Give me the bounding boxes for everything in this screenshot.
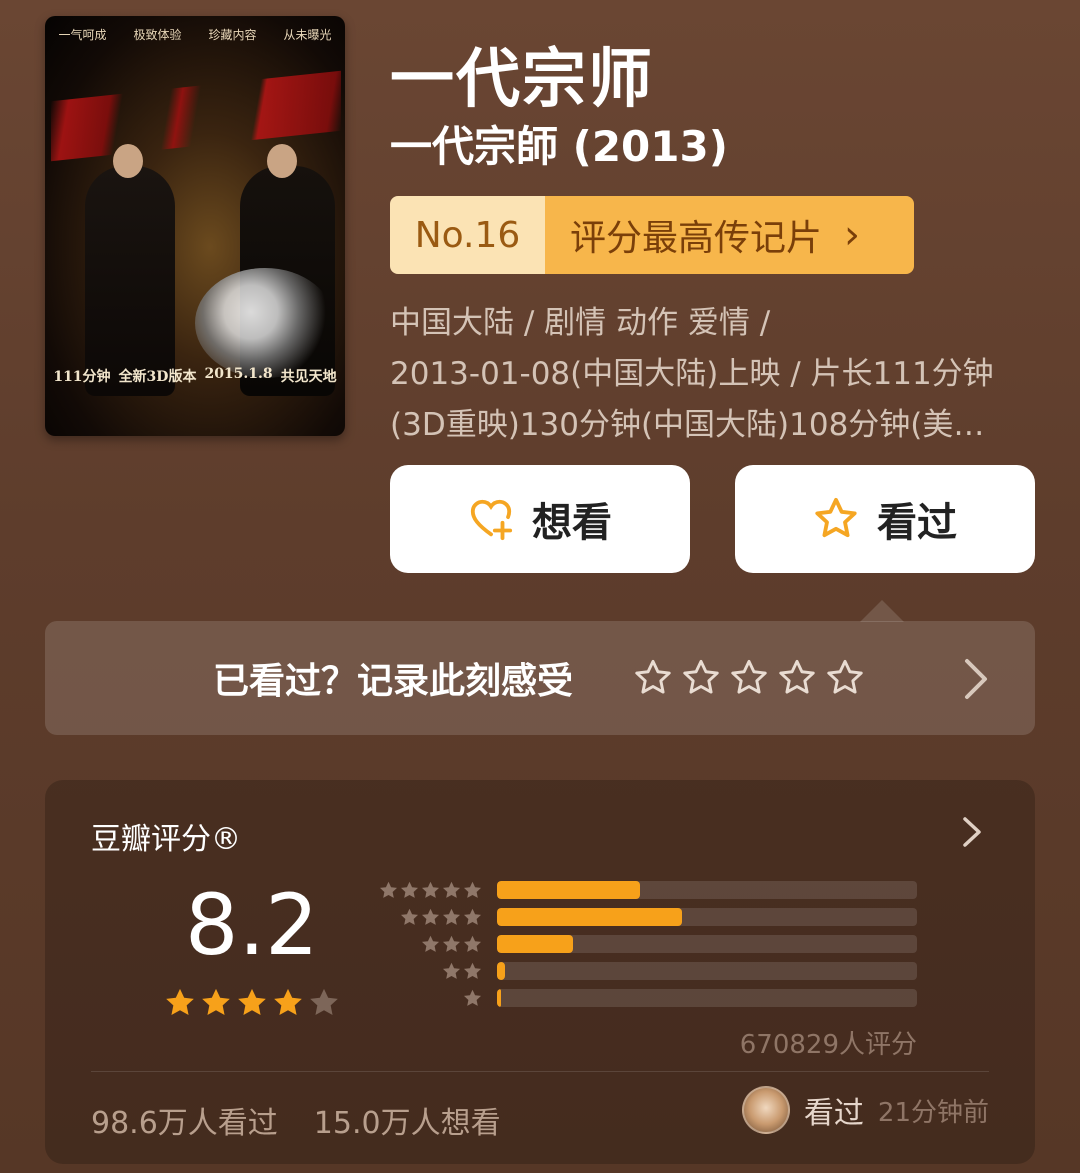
rank-label: 评分最高传记片 [570, 218, 823, 259]
distribution-row [375, 934, 917, 954]
distribution-track [497, 935, 917, 953]
star-outline-icon[interactable] [681, 658, 721, 698]
distribution-stars [375, 907, 483, 928]
star-small-icon [463, 989, 482, 1006]
info-line: 2013-01-08(中国大陆)上映 / 片长111分钟 [390, 356, 994, 392]
poster-face-right [267, 144, 297, 178]
distribution-bar [497, 881, 640, 899]
star-filled-icon [274, 988, 302, 1015]
rank-badge[interactable]: No.16 评分最高传记片 › [390, 196, 914, 274]
audience-stats: 98.6万人看过 15.0万人想看 [91, 1098, 501, 1142]
chevron-right-icon [965, 659, 987, 699]
want-label: 想看 [532, 500, 612, 546]
distribution-track [497, 881, 917, 899]
star-small-icon [442, 908, 461, 925]
chevron-right-icon[interactable] [959, 816, 985, 848]
distribution-track [497, 962, 917, 980]
poster-tag: 极致体验 [133, 27, 182, 42]
rank-label-area: 评分最高传记片 › [545, 196, 914, 274]
distribution-bar [497, 908, 682, 926]
distribution-row [375, 988, 917, 1008]
distribution-stars [375, 961, 483, 982]
poster-caption: 共见天地 [280, 369, 337, 385]
star-small-icon [463, 881, 482, 898]
distribution-bar [497, 989, 502, 1007]
distribution-row [375, 907, 917, 927]
movie-original-title: 一代宗師 (2013) [390, 122, 728, 171]
poster-tag: 一气呵成 [58, 27, 107, 42]
wanted-count: 15.0万人想看 [313, 1106, 501, 1141]
avatar[interactable] [741, 1086, 790, 1134]
distribution-row [375, 880, 917, 900]
rating-header: 豆瓣评分® [91, 822, 241, 857]
record-prompt: 已看过？记录此刻感受 [213, 661, 574, 702]
info-line: (3D重映)130分钟(中国大陆)108分钟(美… [390, 407, 985, 443]
poster-caption: 111分钟 [53, 369, 111, 385]
poster-caption: 2015.1.8 [204, 366, 273, 382]
poster-brush-art [51, 70, 341, 162]
star-small-icon [463, 935, 482, 952]
chevron-right-icon: › [844, 212, 861, 258]
distribution-bar [497, 962, 506, 980]
distribution-stars [375, 880, 483, 901]
rank-number: No.16 [390, 196, 545, 274]
star-filled-icon [238, 988, 266, 1015]
distribution-track [497, 908, 917, 926]
star-outline-icon[interactable] [825, 658, 865, 698]
record-stars [633, 621, 865, 735]
recent-action: 看过 [803, 1096, 864, 1131]
douban-rating-card[interactable]: 豆瓣评分® 8.2 670829人评分 98.6万人看过 15.0万人想看 看过… [45, 780, 1035, 1164]
poster-top-strip: 一气呵成 极致体验 珍藏内容 从未曝光 [45, 16, 345, 52]
star-filled-icon [202, 988, 230, 1015]
record-feeling-panel[interactable]: 已看过？记录此刻感受 [45, 621, 1035, 735]
recent-time: 21分钟前 [877, 1097, 989, 1128]
poster-figure-left [85, 166, 175, 396]
star-small-icon [421, 881, 440, 898]
distribution-stars [375, 988, 483, 1009]
tooltip-pointer [860, 600, 904, 622]
distribution-stars [375, 934, 483, 955]
star-empty-icon [310, 988, 338, 1015]
poster-tag: 珍藏内容 [208, 27, 257, 42]
poster-3d-splash [195, 268, 335, 378]
star-outline-icon [815, 497, 857, 538]
distribution-row [375, 961, 917, 981]
star-small-icon [463, 908, 482, 925]
star-outline-icon[interactable] [633, 658, 673, 698]
star-small-icon [463, 962, 482, 979]
info-line: 中国大陆 / 剧情 动作 爱情 / [390, 305, 771, 341]
distribution-bar [497, 935, 573, 953]
watched-button[interactable]: 看过 [735, 465, 1035, 573]
recent-activity[interactable]: 看过 21分钟前 [741, 1086, 989, 1134]
star-small-icon [442, 881, 461, 898]
star-small-icon [421, 935, 440, 952]
star-small-icon [442, 962, 461, 979]
divider [91, 1071, 989, 1072]
star-outline-icon[interactable] [777, 658, 817, 698]
poster-caption: 全新3D版本 [118, 369, 197, 385]
movie-title: 一代宗师 [390, 43, 654, 117]
star-outline-icon[interactable] [729, 658, 769, 698]
rating-score: 8.2 [185, 876, 319, 974]
watched-count: 98.6万人看过 [91, 1106, 278, 1141]
distribution-track [497, 989, 917, 1007]
rating-count: 670829人评分 [739, 1030, 917, 1060]
star-small-icon [442, 935, 461, 952]
heart-plus-icon [470, 499, 513, 541]
poster-face-left [113, 144, 143, 178]
star-small-icon [421, 908, 440, 925]
star-small-icon [400, 908, 419, 925]
star-filled-icon [166, 988, 194, 1015]
movie-info[interactable]: 中国大陆 / 剧情 动作 爱情 / 2013-01-08(中国大陆)上映 / 片… [390, 298, 1030, 451]
movie-poster[interactable]: 一气呵成 极致体验 珍藏内容 从未曝光 111分钟 全新3D版本 2015.1.… [45, 16, 345, 436]
star-small-icon [379, 881, 398, 898]
watched-label: 看过 [877, 500, 957, 546]
rating-stars [163, 986, 341, 1020]
poster-tag: 从未曝光 [283, 27, 332, 42]
poster-bottom-strip: 111分钟 全新3D版本 2015.1.8 共见天地 [45, 366, 345, 386]
star-small-icon [400, 881, 419, 898]
want-to-watch-button[interactable]: 想看 [390, 465, 690, 573]
